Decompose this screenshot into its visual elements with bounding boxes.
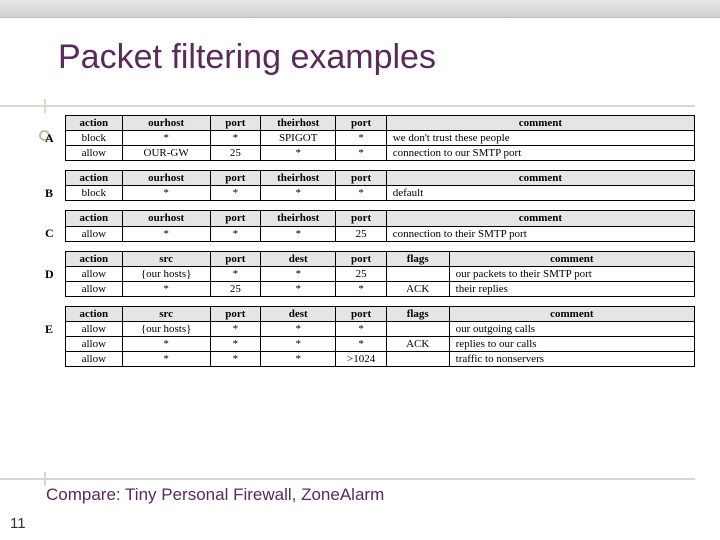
divider-line (0, 105, 695, 107)
title-area: Packet filtering examples (0, 18, 720, 107)
table-header-row: action src port dest port flags comment (66, 251, 695, 266)
th: comment (386, 116, 694, 131)
footer-tick (44, 472, 46, 486)
table-label-D: D (45, 267, 54, 282)
table-row: block * * SPIGOT * we don't trust these … (66, 131, 695, 146)
table-D: action src port dest port flags comment … (65, 251, 695, 297)
th: ourhost (122, 116, 210, 131)
table-row: block * * * * default (66, 186, 695, 201)
table-group-E: E action src port dest port flags commen… (65, 306, 695, 367)
table-header-row: action ourhost port theirhost port comme… (66, 211, 695, 226)
table-row: allow * * * >1024 traffic to nonservers (66, 352, 695, 367)
table-label-A: A (45, 131, 54, 146)
th: port (210, 116, 260, 131)
table-row: allow OUR-GW 25 * * connection to our SM… (66, 146, 695, 161)
divider-tick (44, 99, 46, 113)
th: action (66, 116, 123, 131)
table-group-C: C action ourhost port theirhost port com… (65, 210, 695, 241)
table-header-row: action src port dest port flags comment (66, 306, 695, 321)
table-label-E: E (45, 322, 53, 337)
slide-title: Packet filtering examples (58, 38, 720, 77)
th: theirhost (260, 116, 335, 131)
tables-container: A action ourhost port theirhost port com… (0, 107, 720, 367)
page-number: 11 (10, 515, 26, 532)
table-row: allow * * * * ACK replies to our calls (66, 337, 695, 352)
table-group-A: A action ourhost port theirhost port com… (65, 115, 695, 161)
table-label-B: B (45, 186, 53, 201)
footnote: Compare: Tiny Personal Firewall, ZoneAla… (46, 485, 384, 505)
table-label-C: C (45, 226, 54, 241)
table-A: action ourhost port theirhost port comme… (65, 115, 695, 161)
table-C: action ourhost port theirhost port comme… (65, 210, 695, 241)
table-group-D: D action src port dest port flags commen… (65, 251, 695, 297)
table-E: action src port dest port flags comment … (65, 306, 695, 367)
table-row: allow * * * 25 connection to their SMTP … (66, 226, 695, 241)
table-row: allow {our hosts} * * * our outgoing cal… (66, 322, 695, 337)
footer-divider (0, 478, 695, 480)
table-row: allow * 25 * * ACK their replies (66, 281, 695, 296)
table-row: allow {our hosts} * * 25 our packets to … (66, 266, 695, 281)
table-group-B: B action ourhost port theirhost port com… (65, 170, 695, 201)
table-header-row: action ourhost port theirhost port comme… (66, 116, 695, 131)
table-B: action ourhost port theirhost port comme… (65, 170, 695, 201)
window-topbar (0, 0, 720, 18)
th: port (336, 116, 386, 131)
table-header-row: action ourhost port theirhost port comme… (66, 171, 695, 186)
